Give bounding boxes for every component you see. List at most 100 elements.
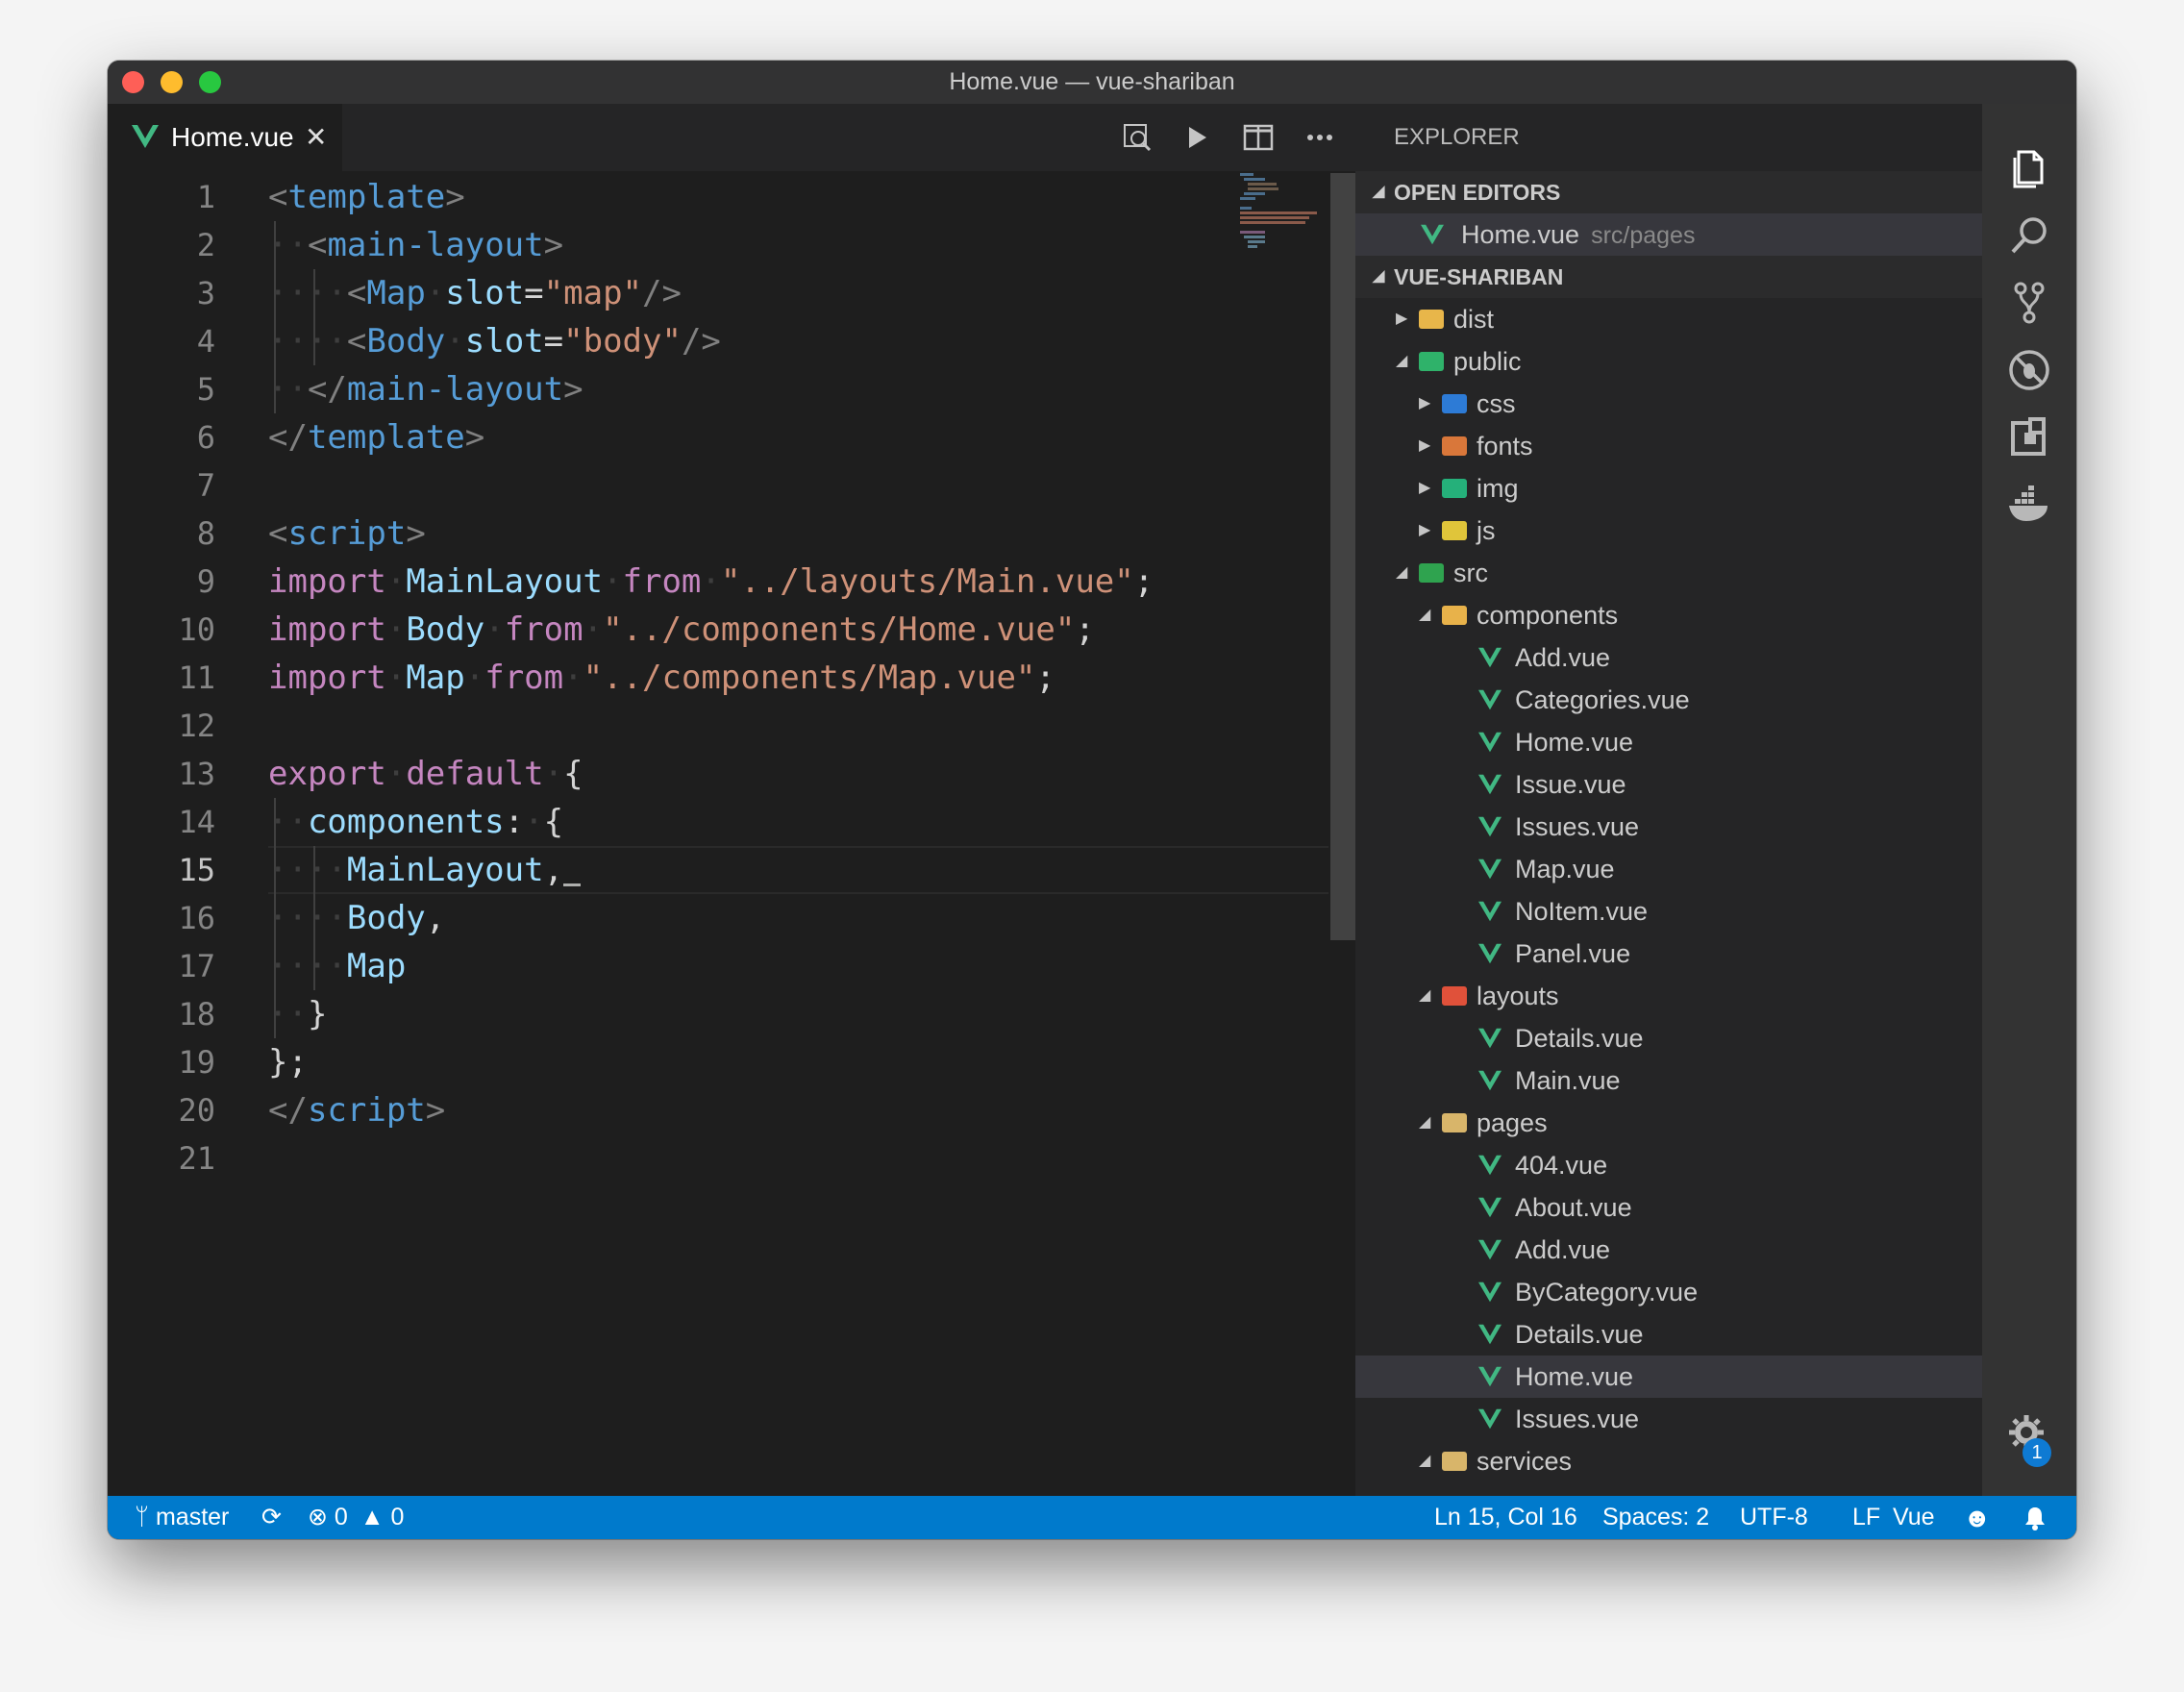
encoding[interactable]: UTF-8 <box>1740 1496 1808 1539</box>
folder-icon <box>1442 1452 1467 1471</box>
feedback-smiley-icon[interactable]: ☻ <box>1963 1496 1991 1539</box>
chevron-down-icon[interactable]: ◢ <box>1419 1102 1438 1144</box>
tree-folder[interactable]: ▶ fonts <box>1355 425 1982 467</box>
line-number: 12 <box>178 708 215 744</box>
tree-file[interactable]: 404.vue <box>1355 1144 1982 1186</box>
files-icon[interactable] <box>2005 144 2053 192</box>
tree-file[interactable]: Home.vue <box>1355 1356 1982 1398</box>
source-control-icon[interactable] <box>2005 279 2053 327</box>
code-line: }; <box>268 1043 308 1082</box>
tree-file[interactable]: Issues.vue <box>1355 1398 1982 1440</box>
tab-home-vue[interactable]: Home.vue ✕ <box>108 104 342 171</box>
code-line: <template> <box>268 178 465 216</box>
folder-icon <box>1419 310 1444 329</box>
minimize-window-button[interactable] <box>161 71 183 93</box>
explorer-sidebar: EXPLORER ◢ OPEN EDITORS Home.vue src/page… <box>1355 104 1982 1496</box>
tree-folder[interactable]: ▶ dist <box>1355 298 1982 340</box>
cursor-position[interactable]: Ln 15, Col 16 <box>1434 1496 1577 1539</box>
line-number: 21 <box>178 1140 215 1177</box>
open-editors-header[interactable]: ◢ OPEN EDITORS <box>1355 171 1982 213</box>
tree-file[interactable]: Main.vue <box>1355 1059 1982 1102</box>
tree-item-label: Issue.vue <box>1515 770 1626 799</box>
open-editor-item[interactable]: Home.vue src/pages <box>1355 213 1982 256</box>
code-editor[interactable]: <template> ··<main-layout> ····<Map·slot… <box>268 173 1350 1182</box>
chevron-down-icon[interactable]: ◢ <box>1396 340 1415 383</box>
zoom-window-button[interactable] <box>199 71 221 93</box>
tree-file[interactable]: Details.vue <box>1355 1313 1982 1356</box>
branch-name: master <box>155 1504 230 1530</box>
tree-folder[interactable]: ▶ css <box>1355 383 1982 425</box>
tree-file[interactable]: About.vue <box>1355 1186 1982 1229</box>
line-number: 15 <box>178 852 215 888</box>
vue-icon <box>1478 1324 1502 1345</box>
branch-indicator[interactable]: ᛘ master <box>135 1496 229 1539</box>
tree-folder[interactable]: ◢ components <box>1355 594 1982 636</box>
code-line: ····Body, <box>268 894 1350 942</box>
tree-folder[interactable]: ◢ pages <box>1355 1102 1982 1144</box>
tree-item-label: 404.vue <box>1515 1151 1608 1180</box>
chevron-down-icon[interactable]: ◢ <box>1419 594 1438 636</box>
folder-icon <box>1419 352 1444 371</box>
tree-file[interactable]: Add.vue <box>1355 1229 1982 1271</box>
tree-file[interactable]: Details.vue <box>1355 1017 1982 1059</box>
tree-folder[interactable]: ◢ src <box>1355 552 1982 594</box>
open-editor-name: Home.vue <box>1461 220 1580 249</box>
line-number: 2 <box>196 227 215 263</box>
tree-file[interactable]: Map.vue <box>1355 848 1982 890</box>
tab-close-icon[interactable]: ✕ <box>305 104 327 171</box>
chevron-down-icon[interactable]: ◢ <box>1396 552 1415 594</box>
open-preview-icon[interactable] <box>1121 121 1154 154</box>
folder-icon <box>1442 521 1467 540</box>
tree-folder[interactable]: ◢ public <box>1355 340 1982 383</box>
tree-file[interactable]: Issue.vue <box>1355 763 1982 806</box>
tree-file[interactable]: ByCategory.vue <box>1355 1271 1982 1313</box>
search-icon[interactable] <box>2005 212 2053 260</box>
tree-folder[interactable]: ▶ js <box>1355 510 1982 552</box>
tree-item-label: public <box>1453 347 1522 376</box>
tree-item-label: Categories.vue <box>1515 685 1690 714</box>
problems-indicator[interactable]: ⊗ 0 ▲ 0 <box>308 1496 404 1539</box>
extensions-icon[interactable] <box>2005 413 2053 461</box>
error-icon: ⊗ <box>308 1504 328 1530</box>
chevron-right-icon[interactable]: ▶ <box>1419 383 1438 425</box>
docker-icon[interactable] <box>2005 481 2053 529</box>
tree-item-label: layouts <box>1477 982 1559 1010</box>
end-of-line[interactable]: LF <box>1852 1496 1880 1539</box>
language-mode[interactable]: Vue <box>1893 1496 1935 1539</box>
tree-folder[interactable]: ▶ img <box>1355 467 1982 510</box>
tree-item-label: Add.vue <box>1515 1235 1611 1264</box>
tree-item-label: components <box>1477 601 1619 630</box>
tree-file[interactable]: NoItem.vue <box>1355 890 1982 933</box>
tree-folder[interactable]: ◢ layouts <box>1355 975 1982 1017</box>
code-line: import·Map·from·"../components/Map.vue"; <box>268 659 1055 697</box>
folder-icon <box>1442 394 1467 413</box>
close-window-button[interactable] <box>122 71 144 93</box>
split-editor-icon[interactable] <box>1242 121 1275 154</box>
chevron-down-icon[interactable]: ◢ <box>1419 975 1438 1017</box>
run-icon[interactable] <box>1180 121 1213 154</box>
code-line: ··} <box>268 990 1350 1038</box>
tree-folder[interactable]: ◢ services <box>1355 1440 1982 1482</box>
code-line: ··<main-layout> <box>268 221 1350 269</box>
sync-icon[interactable]: ⟳ <box>261 1496 282 1539</box>
debug-icon[interactable] <box>2005 346 2053 394</box>
tree-file[interactable]: Home.vue <box>1355 721 1982 763</box>
tree-item-label: Map.vue <box>1515 855 1615 883</box>
more-actions-icon[interactable] <box>1303 121 1336 154</box>
chevron-right-icon[interactable]: ▶ <box>1419 510 1438 552</box>
scrollbar-thumb[interactable] <box>1330 173 1355 940</box>
notifications-bell-icon[interactable] <box>2023 1505 2048 1530</box>
indentation[interactable]: Spaces: 2 <box>1602 1496 1709 1539</box>
line-number: 14 <box>178 804 215 840</box>
vue-icon <box>1478 689 1502 710</box>
chevron-right-icon[interactable]: ▶ <box>1396 298 1415 340</box>
tree-file[interactable]: Categories.vue <box>1355 679 1982 721</box>
project-header[interactable]: ◢ VUE-SHARIBAN <box>1355 256 1982 298</box>
chevron-down-icon[interactable]: ◢ <box>1419 1440 1438 1482</box>
minimap[interactable] <box>1240 173 1328 250</box>
tree-file[interactable]: Add.vue <box>1355 636 1982 679</box>
tree-file[interactable]: Issues.vue <box>1355 806 1982 848</box>
chevron-right-icon[interactable]: ▶ <box>1419 467 1438 510</box>
chevron-right-icon[interactable]: ▶ <box>1419 425 1438 467</box>
tree-file[interactable]: Panel.vue <box>1355 933 1982 975</box>
